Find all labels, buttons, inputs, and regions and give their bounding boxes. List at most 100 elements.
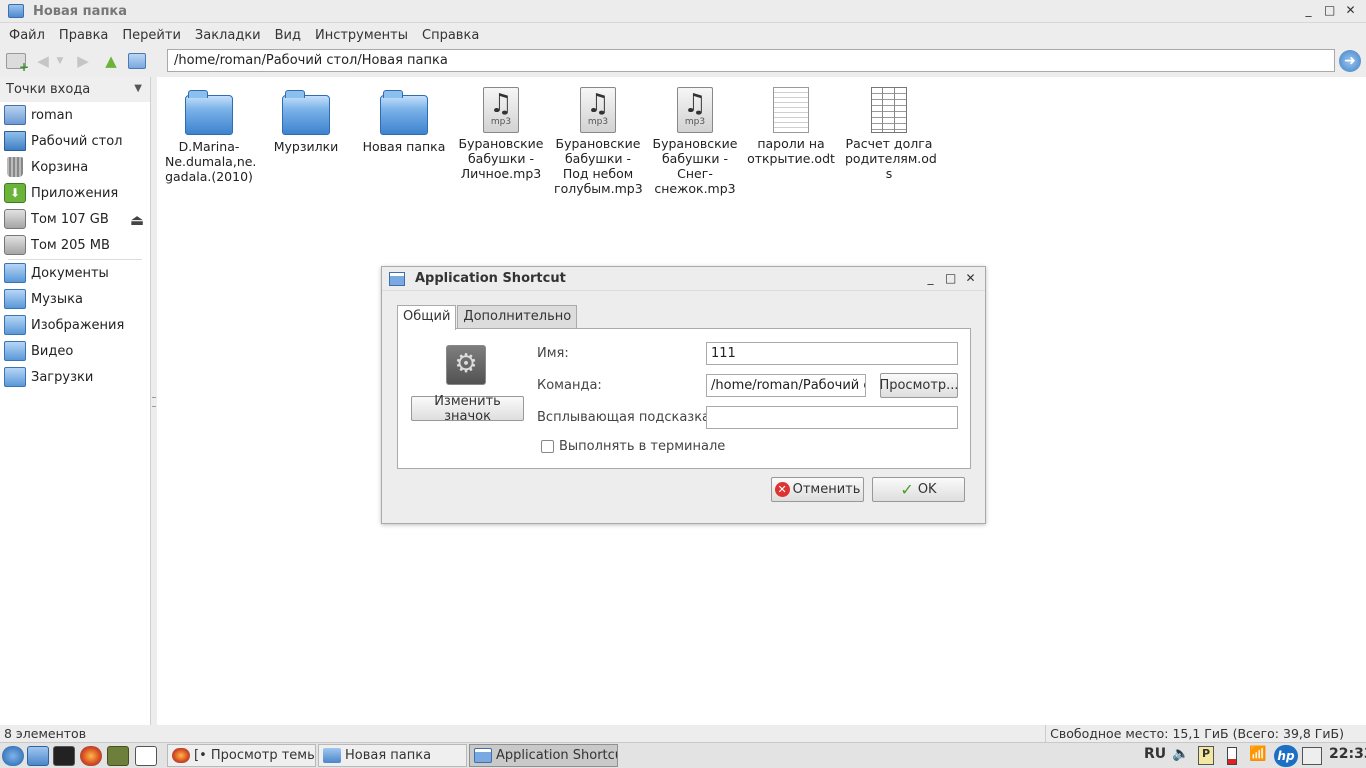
file-item-folder[interactable]: D.Marina- Ne.dumala,ne. gadala.(2010) [165,81,256,184]
gear-icon[interactable]: ⚙ [446,345,486,385]
folder-icon [4,367,26,387]
file-name-line: бабушки - [467,151,535,166]
tab-advanced[interactable]: Дополнительно [457,305,578,329]
task-new-folder[interactable]: Новая папка [318,744,467,767]
folder-icon [323,748,341,763]
sidebar-item-pictures[interactable]: Изображения [0,312,150,338]
battery-icon[interactable] [1227,747,1237,765]
task-application-shortcut[interactable]: Application Shortcut [469,744,618,767]
sidebar-item-videos[interactable]: Видео [0,338,150,364]
back-history-chevron-icon[interactable]: ▼ [54,50,66,72]
keyboard-layout-indicator[interactable]: RU [1144,746,1166,762]
change-icon-button[interactable]: Изменить значок [411,394,524,424]
task-forum[interactable]: [• Просмотр темы -... [167,744,316,767]
side-pane-header[interactable]: Точки входа ▼ [0,77,150,102]
sidebar-item-volume-107gb[interactable]: Том 107 GB ⏏ [0,206,150,232]
file-item-odt[interactable]: пароли на открытие.odt [747,81,835,166]
calendar-icon[interactable] [1302,747,1322,765]
sidebar-item-desktop[interactable]: Рабочий стол [0,128,150,154]
back-arrow-icon[interactable]: ◀ [32,50,54,72]
up-arrow-icon[interactable]: ▲ [100,50,122,72]
file-item-mp3[interactable]: ♫ mp3 Бурановские бабушки - Личное.mp3 [457,81,545,181]
file-name-line: gadala.(2010) [165,169,253,184]
sidebar-item-applications[interactable]: ⬇ Приложения [0,180,150,206]
file-name-line: открытие.odt [747,151,835,166]
clipboard-icon[interactable]: P [1198,746,1214,765]
text-document-icon [773,87,809,133]
trash-icon [7,157,23,177]
location-input[interactable]: /home/roman/Рабочий стол/Новая папка [167,49,1335,72]
file-name-line: родителям.od [845,151,937,166]
minimize-button[interactable]: _ [1303,3,1314,17]
file-name-line: Расчет долга [845,136,933,151]
name-label: Имя: [537,346,569,361]
start-menu-icon[interactable] [2,746,24,766]
sidebar-item-volume-205mb[interactable]: Том 205 MB [0,232,150,258]
go-arrow-icon[interactable]: ➜ [1339,50,1361,72]
name-field[interactable]: 111 [706,342,958,365]
sidebar-item-label: Приложения [31,185,119,201]
new-tab-icon[interactable] [6,53,29,74]
menu-edit[interactable]: Правка [52,28,115,43]
sidebar-item-label: Изображения [31,317,125,333]
run-in-terminal-checkbox[interactable] [541,440,554,453]
sidebar-item-downloads[interactable]: Загрузки [0,364,150,390]
menu-help[interactable]: Справка [415,28,486,43]
maximize-button[interactable]: □ [1324,3,1335,17]
command-label: Команда: [537,378,602,393]
cancel-icon: ✕ [774,482,790,497]
eject-icon[interactable]: ⏏ [130,211,144,229]
file-item-folder[interactable]: Мурзилки [262,81,350,154]
browse-button[interactable]: Просмотр... [879,373,959,398]
dialog-minimize-button[interactable]: _ [925,271,936,285]
command-field[interactable]: /home/roman/Рабочий ст [706,374,866,397]
folder-icon [4,315,26,335]
menu-view[interactable]: Вид [268,28,308,43]
dropdown-triangle-icon[interactable]: ▼ [134,83,142,94]
menu-bookmarks[interactable]: Закладки [188,28,268,43]
mp3-badge: mp3 [684,117,706,127]
wifi-icon[interactable]: 📶 [1249,746,1266,762]
tooltip-field[interactable] [706,406,958,429]
hp-logo-icon[interactable]: hp [1274,745,1298,767]
sidebar-item-music[interactable]: Музыка [0,286,150,312]
menu-tools[interactable]: Инструменты [308,28,415,43]
sidebar-item-label: Рабочий стол [31,133,123,149]
file-manager-icon[interactable] [27,746,49,766]
applications-icon: ⬇ [4,183,26,203]
dialog-close-button[interactable]: ✕ [965,271,976,285]
home-folder-icon [4,105,26,125]
sidebar-item-label: Корзина [31,159,89,175]
sidebar-item-documents[interactable]: Документы [0,260,150,286]
volume-icon[interactable]: 🔈 [1172,746,1189,762]
terminal-icon[interactable] [53,746,75,766]
file-item-ods[interactable]: Расчет долга родителям.od s [845,81,937,181]
folder-icon [4,263,26,283]
sidebar-item-label: Музыка [31,291,83,307]
menu-file[interactable]: Файл [2,28,52,43]
taskbar: [• Просмотр темы -... Новая папка Applic… [0,742,1366,768]
cancel-button-label: Отменить [792,482,861,497]
sidebar-item-trash[interactable]: Корзина [0,154,150,180]
file-item-mp3[interactable]: ♫ mp3 Бурановские бабушки - Под небом го… [554,81,643,196]
file-name-line: пароли на [757,136,825,151]
close-button[interactable]: ✕ [1345,3,1356,17]
firefox-icon[interactable] [80,746,102,766]
sidebar-item-home[interactable]: roman [0,102,150,128]
dialog-maximize-button[interactable]: □ [945,271,956,285]
settings-icon[interactable] [107,746,129,766]
file-item-folder[interactable]: Новая папка [360,81,448,154]
forward-arrow-icon[interactable]: ▶ [72,50,94,72]
clock[interactable]: 22:33 [1329,746,1366,762]
tab-general[interactable]: Общий [397,305,457,330]
file-item-mp3[interactable]: ♫ mp3 Бурановские бабушки - Снег- снежок… [651,81,739,196]
show-desktop-icon[interactable] [135,746,157,766]
task-label: Новая папка [345,748,432,763]
mp3-badge: mp3 [490,117,512,127]
ok-button[interactable]: ✓ OK [872,477,965,502]
home-icon[interactable] [128,53,146,69]
menu-go[interactable]: Перейти [115,28,188,43]
cancel-button[interactable]: ✕ Отменить [771,477,864,502]
tab-panel-general: ⚙ Изменить значок Имя: 111 Команда: /hom… [397,328,971,469]
window-titlebar: Новая папка _ □ ✕ [0,0,1366,23]
